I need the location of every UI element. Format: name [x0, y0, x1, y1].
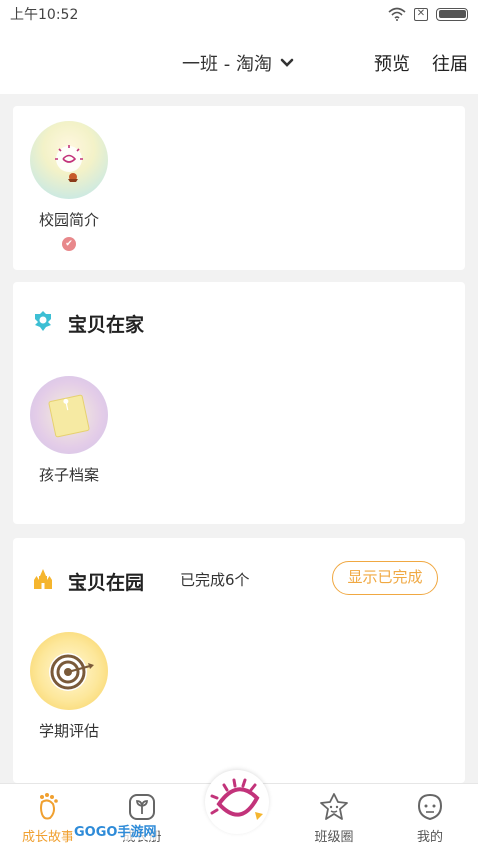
chevron-down-icon — [280, 58, 294, 67]
show-completed-button[interactable]: 显示已完成 — [332, 561, 438, 595]
nav-label: 我的 — [416, 830, 443, 845]
tile-semester-evaluation[interactable]: 学期评估 — [19, 632, 119, 741]
nav-item-class-circle[interactable]: 班级圈 — [294, 792, 374, 845]
status-icons: ✕ — [388, 7, 468, 21]
past-years-button[interactable]: 往届 — [432, 50, 468, 76]
flower-icon — [35, 311, 51, 331]
section-title: 宝贝在园 — [68, 572, 145, 594]
bottom-nav: 成长故事 成长册 班级圈 — [0, 770, 478, 850]
school-section-card: 宝贝在园 已完成6个 显示已完成 学期评估 — [13, 538, 465, 783]
tile-campus-intro[interactable]: 校园简介 — [19, 121, 119, 230]
header-actions: 预览 往届 — [374, 50, 468, 76]
tile-label: 校园简介 — [38, 211, 99, 229]
intro-card: 校园简介 ✔ — [13, 106, 465, 270]
star-face-icon — [320, 793, 348, 820]
wifi-icon — [388, 7, 406, 21]
nav-item-mine[interactable]: 我的 — [390, 792, 470, 845]
tile-child-files[interactable]: 孩子档案 — [19, 376, 119, 485]
home-section-card: 宝贝在家 孩子档案 — [13, 282, 465, 524]
section-title: 宝贝在家 — [68, 314, 145, 336]
status-time: 上午10:52 — [10, 7, 79, 23]
no-sim-icon: ✕ — [414, 7, 428, 21]
nav-label: 成长故事 — [21, 830, 74, 845]
class-selector-label: 一班 - 淘淘 — [182, 54, 272, 75]
check-badge-icon: ✔ — [62, 237, 76, 251]
child-files-icon — [30, 376, 108, 454]
tile-label: 学期评估 — [38, 722, 99, 740]
header: 一班 - 淘淘 预览 往届 — [0, 28, 478, 94]
sprout-icon — [129, 794, 155, 820]
preview-button[interactable]: 预览 — [374, 50, 410, 76]
watermark: GOGO手游网 — [72, 821, 159, 840]
battery-icon — [436, 7, 468, 21]
castle-icon — [34, 569, 52, 589]
person-face-icon — [417, 793, 443, 821]
record-center-button[interactable] — [205, 770, 269, 834]
tile-label: 孩子档案 — [38, 466, 99, 484]
completed-count: 已完成6个 — [180, 571, 250, 589]
campus-intro-icon — [30, 121, 108, 199]
class-selector[interactable]: 一班 - 淘淘 — [182, 50, 294, 76]
status-bar: 上午10:52 ✕ — [0, 0, 478, 28]
nav-label: 班级圈 — [314, 830, 354, 845]
footprint-icon — [40, 793, 58, 820]
target-icon — [30, 632, 108, 710]
record-center-icon — [210, 778, 263, 820]
